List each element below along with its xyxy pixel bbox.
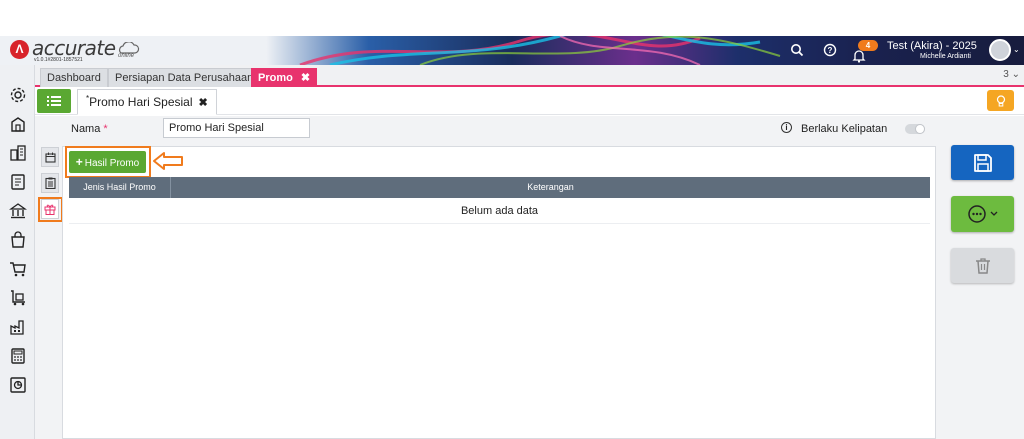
bell-icon[interactable] xyxy=(852,49,866,63)
tab-promo-hari-spesial[interactable]: *Promo Hari Spesial ✖ xyxy=(77,89,217,115)
top-margin xyxy=(0,0,1024,36)
help-icon[interactable]: ? xyxy=(823,43,837,57)
bag-icon[interactable] xyxy=(8,230,28,250)
gift-tab-highlight xyxy=(38,197,63,222)
tab-dashboard[interactable]: Dashboard xyxy=(40,68,108,87)
delivery-cart-icon[interactable] xyxy=(8,288,28,308)
chevron-down-icon[interactable]: ⌄ xyxy=(1013,45,1020,54)
tabs-bar: Dashboard Persiapan Data Perusahaan Prom… xyxy=(35,65,1024,87)
search-icon[interactable] xyxy=(790,43,804,57)
add-button-highlight xyxy=(65,146,151,178)
clipboard-icon[interactable] xyxy=(41,173,59,193)
berlaku-kelipatan-toggle[interactable] xyxy=(905,124,925,134)
calendar-icon[interactable] xyxy=(41,147,59,167)
column-header[interactable]: Jenis Hasil Promo xyxy=(69,177,171,198)
table-header: Jenis Hasil Promo Keterangan xyxy=(69,177,930,198)
toggle-knob xyxy=(915,124,925,134)
logo-sub: online xyxy=(118,53,135,59)
more-actions-button[interactable] xyxy=(951,196,1014,232)
list-icon xyxy=(47,96,61,106)
tab-persiapan-data[interactable]: Persiapan Data Perusahaan xyxy=(108,68,261,87)
list-view-button[interactable] xyxy=(37,89,71,113)
tab-label: Promo xyxy=(258,72,293,84)
ledger-icon[interactable] xyxy=(8,172,28,192)
column-header[interactable]: Keterangan xyxy=(171,177,930,198)
unsaved-marker: * xyxy=(86,94,90,103)
user-company-name[interactable]: Test (Akira) - 2025 xyxy=(887,40,977,52)
subtab-label: Promo Hari Spesial xyxy=(89,95,193,109)
save-icon xyxy=(973,153,992,172)
tab-label: Dashboard xyxy=(47,72,101,84)
info-icon[interactable]: i xyxy=(781,122,792,133)
building-icon[interactable] xyxy=(8,114,28,134)
nama-input[interactable] xyxy=(163,118,310,138)
report-icon[interactable] xyxy=(8,375,28,395)
arrow-left-icon xyxy=(153,152,183,170)
form-tab-row: *Promo Hari Spesial ✖ xyxy=(35,87,1024,115)
more-icon xyxy=(967,205,997,223)
accurate-logo-icon[interactable]: Λ xyxy=(10,40,29,59)
empty-state-text: Belum ada data xyxy=(69,198,930,224)
app-header: Λ accurate online v1.0.1#2801-1857521 ? … xyxy=(0,36,1024,65)
tab-label: Persiapan Data Perusahaan xyxy=(115,72,254,84)
user-name: Michelle Ardianti xyxy=(920,53,971,60)
sidebar xyxy=(0,65,35,439)
required-marker: * xyxy=(103,123,108,135)
factory-icon[interactable] xyxy=(8,317,28,337)
save-button[interactable] xyxy=(951,145,1014,180)
cart-icon[interactable] xyxy=(8,259,28,279)
berlaku-kelipatan-label: Berlaku Kelipatan xyxy=(801,123,888,135)
delete-button[interactable] xyxy=(951,248,1014,283)
settings-icon[interactable] xyxy=(8,85,28,105)
app-window: Λ accurate online v1.0.1#2801-1857521 ? … xyxy=(0,0,1024,439)
trash-icon xyxy=(975,257,990,274)
calculator-icon[interactable] xyxy=(8,346,28,366)
bank-icon[interactable] xyxy=(8,201,28,221)
close-icon[interactable]: ✖ xyxy=(199,97,208,109)
avatar[interactable] xyxy=(989,39,1011,61)
city-icon[interactable] xyxy=(8,143,28,163)
close-icon[interactable]: ✖ xyxy=(301,72,310,84)
tips-button[interactable] xyxy=(987,90,1014,111)
version-text: v1.0.1#2801-1857521 xyxy=(34,57,83,63)
svg-text:?: ? xyxy=(828,46,833,55)
nama-label: Nama * xyxy=(71,123,108,135)
tab-count-dropdown[interactable]: 3 ⌄ xyxy=(1003,69,1020,80)
tab-promo[interactable]: Promo ✖ xyxy=(251,68,318,87)
lightbulb-icon xyxy=(996,94,1005,106)
